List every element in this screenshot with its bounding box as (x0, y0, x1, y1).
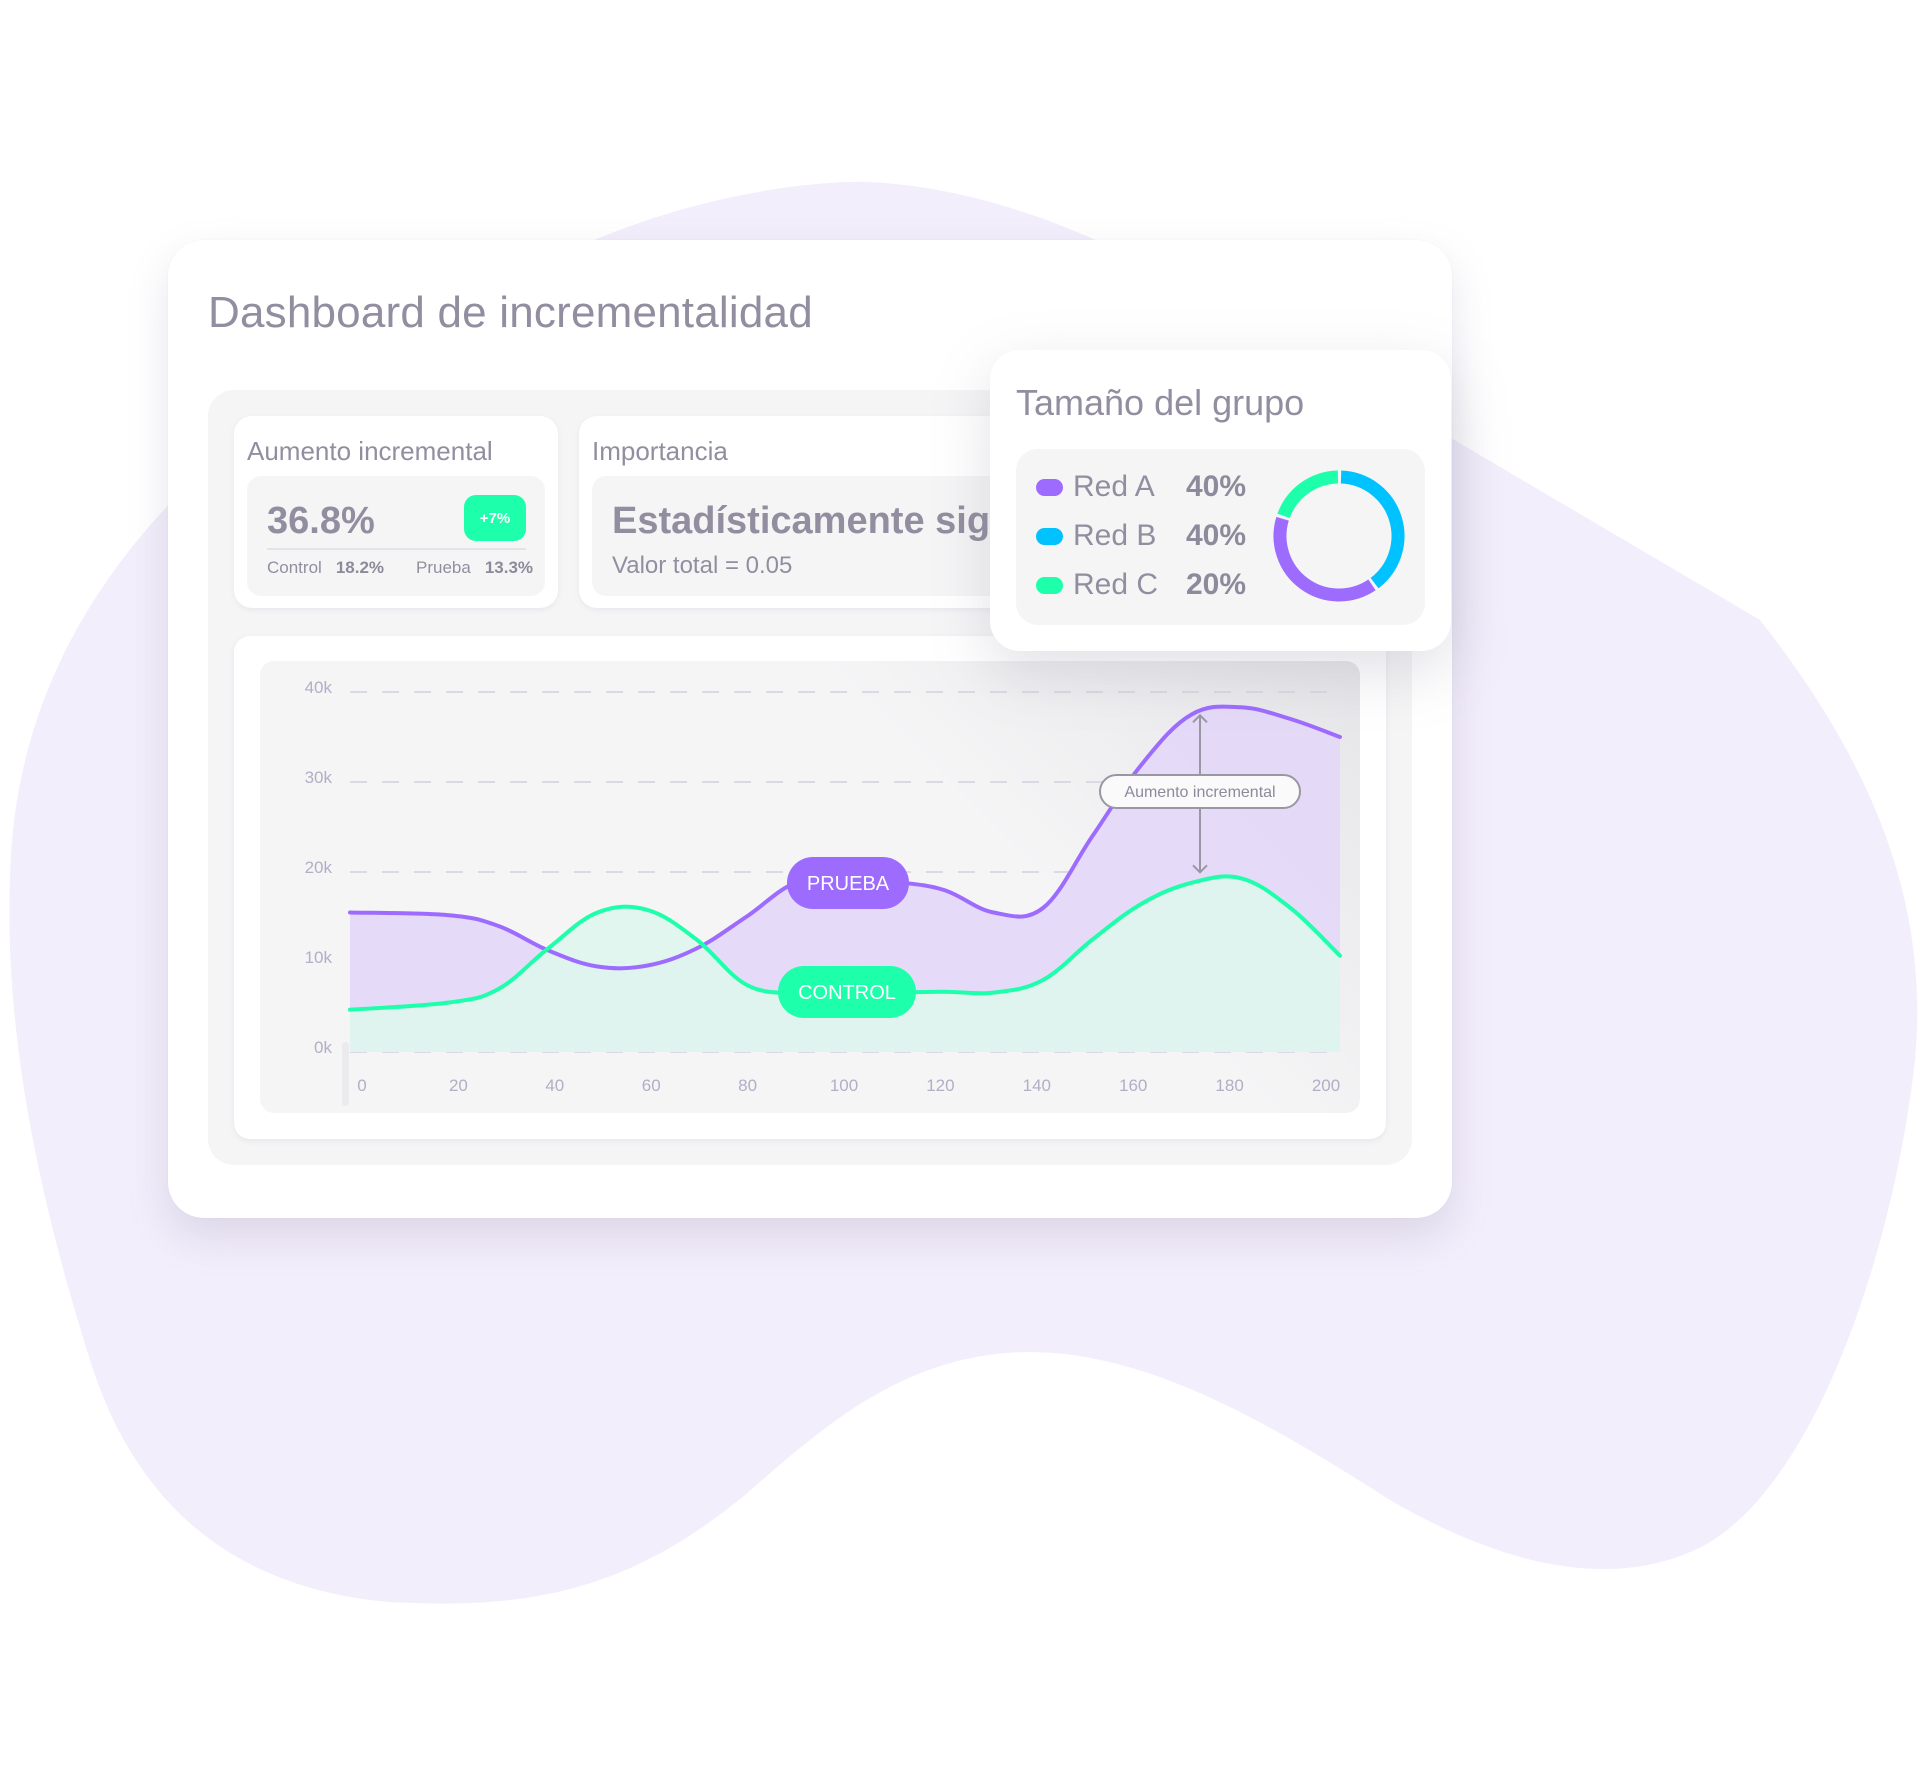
y-tick-label: 20k (305, 858, 333, 877)
x-tick-label: 40 (545, 1076, 564, 1095)
x-tick-label: 0 (357, 1076, 366, 1095)
y-tick-label: 40k (305, 678, 333, 697)
legend-name: Red A (1073, 470, 1155, 503)
legend-item: Red A 40% (1036, 470, 1246, 503)
control-series-label: CONTROL (778, 966, 916, 1018)
legend-name: Red B (1073, 519, 1157, 552)
x-tick-label: 140 (1023, 1076, 1051, 1095)
legend-swatch-red-a (1036, 478, 1063, 496)
x-tick-label: 180 (1215, 1076, 1243, 1095)
x-tick-label: 120 (926, 1076, 954, 1095)
x-tick-label: 200 (1312, 1076, 1340, 1095)
group-size-card: Tamaño del grupo Red A 40% Red B 40% Red… (990, 350, 1451, 651)
legend-percent: 20% (1186, 568, 1247, 601)
legend-swatch-red-c (1036, 576, 1063, 594)
x-tick-label: 160 (1119, 1076, 1147, 1095)
prueba-series-label: PRUEBA (787, 857, 909, 909)
prueba-series-label-text: PRUEBA (807, 873, 890, 895)
x-tick-label: 80 (738, 1076, 757, 1095)
legend-item: Red C 20% (1036, 568, 1246, 601)
donut-slice-red-c (1277, 470, 1339, 519)
legend-percent: 40% (1186, 470, 1247, 503)
x-tick-label: 20 (449, 1076, 468, 1095)
annotation-label: Aumento incremental (1124, 784, 1275, 801)
legend-item: Red B 40% (1036, 519, 1246, 552)
group-size-body: Red A 40% Red B 40% Red C 20% (1016, 449, 1425, 625)
legend-name: Red C (1073, 568, 1159, 601)
x-tick-label: 60 (642, 1076, 661, 1095)
donut-slice-red-b (1340, 470, 1405, 589)
control-series-label-text: CONTROL (798, 982, 896, 1004)
y-tick-label: 0k (314, 1038, 332, 1057)
donut-chart (1273, 470, 1405, 602)
y-tick-label: 10k (305, 948, 333, 967)
legend-swatch-red-b (1036, 527, 1063, 545)
legend-percent: 40% (1186, 519, 1247, 552)
y-tick-label: 30k (305, 768, 333, 787)
group-size-title: Tamaño del grupo (1016, 382, 1305, 423)
x-tick-label: 100 (830, 1076, 858, 1095)
area-chart: 0k 10k 20k 30k 40k 0 20 40 60 80 100 120 140 160 180 20… (305, 678, 1342, 1095)
donut-slice-red-a (1273, 516, 1376, 602)
